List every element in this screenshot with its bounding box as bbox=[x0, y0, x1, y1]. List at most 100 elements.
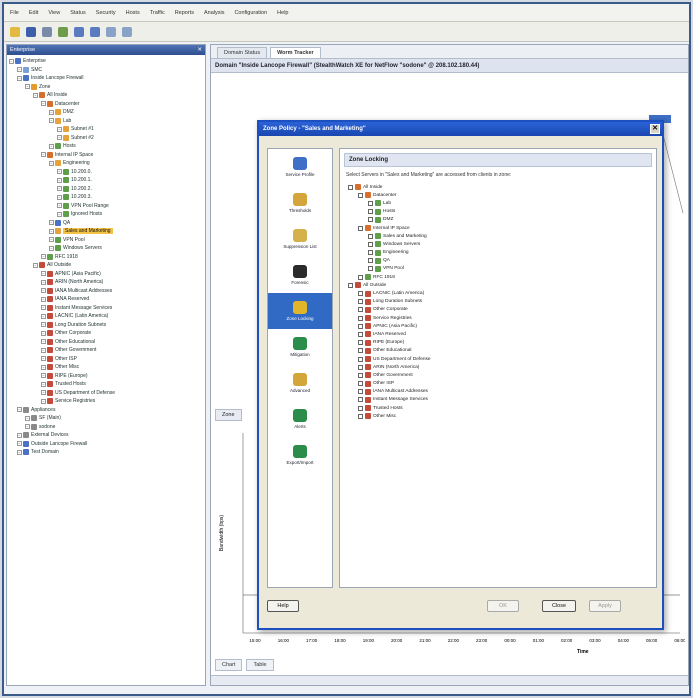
zone-checkbox[interactable] bbox=[358, 405, 363, 411]
collapse-icon[interactable]: − bbox=[41, 313, 46, 319]
tree-node[interactable]: − IANA Multicast Addresses bbox=[9, 287, 205, 296]
refresh-icon[interactable] bbox=[58, 26, 68, 37]
collapse-icon[interactable]: − bbox=[57, 135, 62, 141]
collapse-icon[interactable]: − bbox=[25, 424, 30, 430]
tree-node[interactable]: − Appliances bbox=[9, 406, 205, 415]
zone-checkbox[interactable] bbox=[358, 348, 363, 354]
tree-node[interactable]: − RFC 1918 bbox=[9, 253, 205, 262]
menu-analysis[interactable]: Analysis bbox=[204, 10, 224, 16]
tree-node[interactable]: − 10.200.3. bbox=[9, 193, 205, 202]
collapse-icon[interactable]: − bbox=[57, 177, 62, 183]
tree-node[interactable]: − Internal IP Space bbox=[9, 151, 205, 160]
nav-zone-lock[interactable]: Zone Locking bbox=[268, 293, 332, 329]
tree-node[interactable]: − Long Duration Subnets bbox=[9, 321, 205, 330]
nav-forensic[interactable]: Forensic bbox=[268, 257, 332, 293]
collapse-icon[interactable]: − bbox=[49, 237, 54, 243]
zone-checkbox[interactable] bbox=[358, 397, 363, 403]
zone-checkbox[interactable] bbox=[358, 299, 363, 305]
zone-tree-node[interactable]: US Department of Defense bbox=[348, 355, 656, 363]
collapse-icon[interactable]: − bbox=[41, 390, 46, 396]
zone-checkbox[interactable] bbox=[358, 315, 363, 321]
collapse-icon[interactable]: − bbox=[41, 347, 46, 353]
collapse-icon[interactable]: − bbox=[33, 262, 38, 268]
dialog-close-icon[interactable]: ✕ bbox=[650, 124, 660, 134]
collapse-icon[interactable]: − bbox=[41, 356, 46, 362]
tree-node[interactable]: − APNIC (Asia Pacific) bbox=[9, 270, 205, 279]
collapse-icon[interactable]: − bbox=[57, 203, 62, 209]
zone-tree-node[interactable]: Datacenter bbox=[348, 191, 656, 199]
collapse-icon[interactable]: − bbox=[9, 58, 14, 64]
zone-checkbox[interactable] bbox=[358, 372, 363, 378]
zone-checkbox[interactable] bbox=[358, 192, 363, 198]
zoom-in-icon[interactable] bbox=[74, 26, 84, 37]
print-icon[interactable] bbox=[42, 26, 52, 37]
zone-checkbox[interactable] bbox=[368, 209, 373, 215]
zone-checkbox[interactable] bbox=[358, 274, 363, 280]
nav-mitigation[interactable]: Mitigation bbox=[268, 329, 332, 365]
tree-node[interactable]: − Other ISP bbox=[9, 355, 205, 364]
tree-node[interactable]: − All Inside bbox=[9, 91, 205, 100]
tree-node[interactable]: − QA bbox=[9, 219, 205, 228]
collapse-icon[interactable]: − bbox=[41, 152, 46, 158]
zone-checkbox[interactable] bbox=[358, 291, 363, 297]
collapse-icon[interactable]: − bbox=[49, 220, 54, 226]
zone-checkbox[interactable] bbox=[358, 225, 363, 231]
menu-edit[interactable]: Edit bbox=[29, 10, 38, 16]
tree-node[interactable]: − Subnet #2 bbox=[9, 134, 205, 143]
tab-worm-tracker[interactable]: Worm Tracker bbox=[270, 47, 321, 58]
funnel-icon[interactable] bbox=[122, 26, 132, 37]
zone-tree-node[interactable]: ARIN (North America) bbox=[348, 363, 656, 371]
collapse-icon[interactable]: − bbox=[41, 254, 46, 260]
collapse-icon[interactable]: − bbox=[57, 211, 62, 217]
tree-node[interactable]: − 10.200.0. bbox=[9, 168, 205, 177]
zone-checkbox[interactable] bbox=[368, 241, 373, 247]
chart-panel-tab[interactable]: Zone bbox=[215, 409, 242, 421]
collapse-icon[interactable]: − bbox=[17, 449, 22, 455]
tree-node[interactable]: − Datacenter bbox=[9, 100, 205, 109]
nav-advanced[interactable]: Advanced bbox=[268, 365, 332, 401]
tree-node[interactable]: − DMZ bbox=[9, 108, 205, 117]
collapse-icon[interactable]: − bbox=[17, 432, 22, 438]
zone-tree-node[interactable]: LACNIC (Latin America) bbox=[348, 289, 656, 297]
zone-tree-node[interactable]: Other ISP bbox=[348, 380, 656, 388]
collapse-icon[interactable]: − bbox=[41, 279, 46, 285]
menu-hosts[interactable]: Hosts bbox=[126, 10, 140, 16]
collapse-icon[interactable]: − bbox=[49, 109, 54, 115]
tree-node[interactable]: − Other Educational bbox=[9, 338, 205, 347]
tree-node[interactable]: − Enterprise bbox=[9, 57, 205, 66]
zone-tree-node[interactable]: Engineering bbox=[348, 249, 656, 257]
zone-tree-node[interactable]: Trusted Hosts bbox=[348, 404, 656, 412]
collapse-icon[interactable]: − bbox=[17, 75, 22, 81]
zone-checkbox[interactable] bbox=[368, 233, 373, 239]
zone-tree-node[interactable]: Other Misc bbox=[348, 412, 656, 420]
zone-tree-node[interactable]: Sales and Marketing bbox=[348, 232, 656, 240]
zoom-out-icon[interactable] bbox=[90, 26, 100, 37]
tree-node[interactable]: − Engineering bbox=[9, 159, 205, 168]
zone-tree-node[interactable]: VPN Pool bbox=[348, 265, 656, 273]
tree-node[interactable]: − US Department of Defense bbox=[9, 389, 205, 398]
tree-node[interactable]: − Outside Lancope Firewall bbox=[9, 440, 205, 449]
zone-checkbox[interactable] bbox=[358, 331, 363, 337]
tree-node[interactable]: − SF (Main) bbox=[9, 414, 205, 423]
zone-tree-node[interactable]: Instant Message Services bbox=[348, 396, 656, 404]
menu-file[interactable]: File bbox=[10, 10, 19, 16]
tree-node[interactable]: − Other Government bbox=[9, 346, 205, 355]
collapse-icon[interactable]: − bbox=[17, 407, 22, 413]
zone-checkbox[interactable] bbox=[368, 217, 373, 223]
tree-node[interactable]: − Subnet #1 bbox=[9, 125, 205, 134]
ok-button[interactable]: OK bbox=[487, 600, 519, 612]
zone-checkbox[interactable] bbox=[348, 184, 353, 190]
zone-checkbox[interactable] bbox=[358, 307, 363, 313]
menu-status[interactable]: Status bbox=[70, 10, 86, 16]
tree-node[interactable]: − Hosts bbox=[9, 142, 205, 151]
collapse-icon[interactable]: − bbox=[41, 373, 46, 379]
collapse-icon[interactable]: − bbox=[17, 441, 22, 447]
zone-checkbox[interactable] bbox=[358, 389, 363, 395]
tree-node[interactable]: − 10.200.1. bbox=[9, 176, 205, 185]
zone-tree-node[interactable]: Internal IP Space bbox=[348, 224, 656, 232]
tree-node[interactable]: − sodone bbox=[9, 423, 205, 432]
tree-node[interactable]: − All Outside bbox=[9, 261, 205, 270]
collapse-icon[interactable]: − bbox=[57, 169, 62, 175]
collapse-icon[interactable]: − bbox=[25, 415, 30, 421]
menu-reports[interactable]: Reports bbox=[175, 10, 194, 16]
